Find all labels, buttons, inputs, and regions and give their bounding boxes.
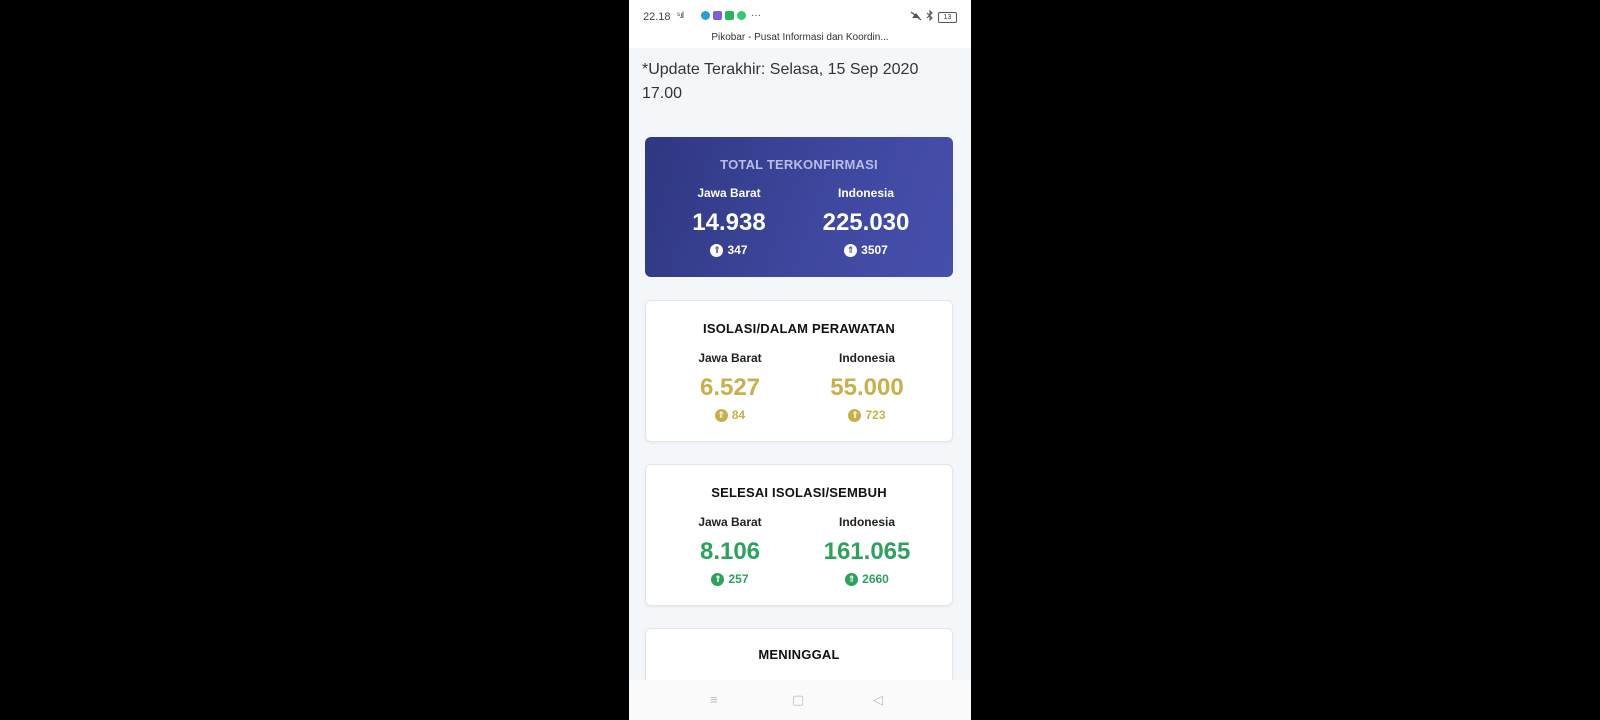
back-icon[interactable]: ◁ xyxy=(873,692,883,708)
card-title: SELESAI ISOLASI/SEMBUH xyxy=(711,485,887,500)
more-notifications-icon: ··· xyxy=(751,9,761,21)
delta-row: ⇑ 257 xyxy=(670,571,790,587)
region-jabar: Jawa Barat 8.106 ⇑ 257 xyxy=(670,515,790,587)
delta-value: 3507 xyxy=(861,243,888,257)
region-label: Jawa Barat xyxy=(697,186,761,200)
delta-row: ⇑ 84 xyxy=(670,407,790,423)
region-label: Indonesia xyxy=(837,186,894,200)
menu-icon[interactable]: ≡ xyxy=(710,692,718,707)
arrow-up-icon: ⇑ xyxy=(845,572,859,586)
delta-row: ⇑ 3507 xyxy=(806,242,926,258)
home-icon[interactable]: ▢ xyxy=(792,692,804,708)
card-title: TOTAL TERKONFIRMASI xyxy=(720,157,878,172)
card-title: ISOLASI/DALAM PERAWATAN xyxy=(703,321,895,336)
notification-icons: ··· xyxy=(701,9,761,21)
region-indonesia: Indonesia 225.030 ⇑ 3507 xyxy=(806,186,926,258)
system-nav-bar: ≡ ▢ ◁ xyxy=(629,680,971,720)
status-right: 13 xyxy=(910,9,957,24)
isolation-card[interactable]: ISOLASI/DALAM PERAWATAN Jawa Barat 6.527… xyxy=(645,300,953,442)
bluetooth-icon xyxy=(926,9,934,24)
update-text: *Update Terakhir: Selasa, 15 Sep 2020 17… xyxy=(642,61,919,102)
delta-value: 84 xyxy=(731,408,746,422)
recovered-card[interactable]: SELESAI ISOLASI/SEMBUH Jawa Barat 8.106 … xyxy=(645,464,953,606)
region-jabar: Jawa Barat 6.527 ⇑ 84 xyxy=(670,351,790,423)
isolation-value: 55.000 xyxy=(830,374,904,401)
delta-value: 347 xyxy=(727,243,748,257)
page-title-bar: Pikobar - Pusat Informasi dan Koordin... xyxy=(629,30,971,48)
region-label: Jawa Barat xyxy=(698,351,762,365)
region-jabar: Jawa Barat 14.938 ⇑ 347 xyxy=(669,186,789,258)
card-title: MENINGGAL xyxy=(758,647,840,662)
phone-screen: 22.18 ˢ.ıl ··· 13 Pikobar - Pusat Inform… xyxy=(629,0,971,720)
status-time: 22.18 xyxy=(643,11,671,23)
delta-row: ⇑ 2660 xyxy=(807,571,927,587)
region-label: Indonesia xyxy=(838,515,895,529)
arrow-up-icon: ⇑ xyxy=(711,572,725,586)
region-indonesia: Indonesia 161.065 ⇑ 2660 xyxy=(807,515,927,587)
delta-row: ⇑ 347 xyxy=(669,242,789,258)
delta-value: 2660 xyxy=(862,572,889,586)
region-label: Indonesia xyxy=(838,351,895,365)
arrow-up-icon: ⇑ xyxy=(848,408,862,422)
confirmed-value: 14.938 xyxy=(692,209,766,236)
whatsapp-icon xyxy=(737,11,746,20)
arrow-up-icon: ⇑ xyxy=(714,408,728,422)
recovered-value: 8.106 xyxy=(699,538,761,565)
arrow-up-icon: ⇑ xyxy=(844,243,858,257)
confirmed-card[interactable]: TOTAL TERKONFIRMASI Jawa Barat 14.938 ⇑ … xyxy=(645,137,953,277)
delta-row: ⇑ 723 xyxy=(807,407,927,423)
chat-icon xyxy=(725,11,734,20)
arrow-up-icon: ⇑ xyxy=(710,243,724,257)
recovered-value: 161.065 xyxy=(823,538,911,565)
region-label: Jawa Barat xyxy=(698,515,762,529)
mute-icon xyxy=(910,11,922,24)
isolation-value: 6.527 xyxy=(699,374,761,401)
delta-value: 257 xyxy=(728,572,749,586)
region-indonesia: Indonesia 55.000 ⇑ 723 xyxy=(807,351,927,423)
battery-icon: 13 xyxy=(938,11,957,23)
signal-icon: ˢ.ıl xyxy=(677,10,684,20)
telegram-icon xyxy=(701,11,710,20)
confirmed-value: 225.030 xyxy=(822,209,910,236)
delta-value: 723 xyxy=(865,408,886,422)
app-icon xyxy=(713,11,722,20)
status-bar: 22.18 ˢ.ıl ··· 13 xyxy=(629,0,971,30)
